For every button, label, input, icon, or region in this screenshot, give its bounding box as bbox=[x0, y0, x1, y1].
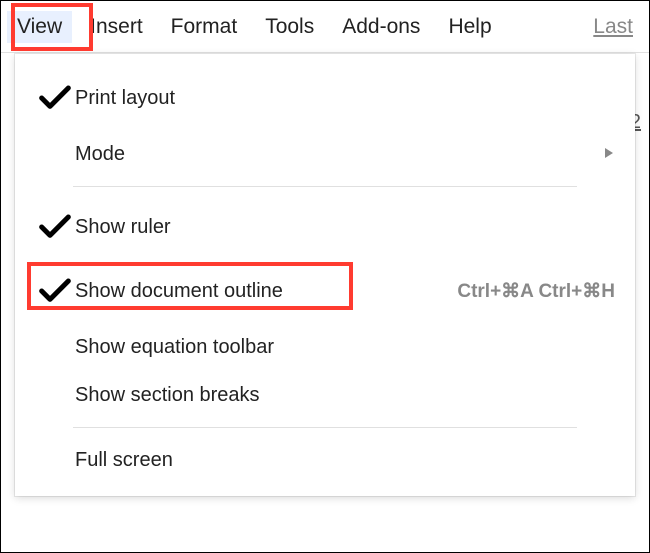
menu-insert[interactable]: Insert bbox=[90, 15, 143, 39]
menu-show-section-breaks[interactable]: Show section breaks bbox=[15, 371, 635, 419]
menu-show-equation-toolbar[interactable]: Show equation toolbar bbox=[15, 323, 635, 371]
menu-item-label: Print layout bbox=[75, 87, 175, 110]
menu-mode[interactable]: Mode bbox=[15, 130, 635, 178]
menu-divider bbox=[73, 427, 577, 428]
menu-item-label: Mode bbox=[75, 143, 125, 166]
menu-item-label: Full screen bbox=[75, 449, 173, 472]
menu-item-label: Show equation toolbar bbox=[75, 336, 274, 359]
view-dropdown: Print layout Mode Show ruler Show docume… bbox=[15, 54, 635, 496]
menu-item-label: Show section breaks bbox=[75, 384, 260, 407]
menu-help[interactable]: Help bbox=[448, 15, 491, 39]
menu-last-edit[interactable]: Last bbox=[593, 15, 633, 39]
check-icon bbox=[35, 271, 75, 311]
menu-full-screen[interactable]: Full screen bbox=[15, 436, 635, 484]
check-icon bbox=[35, 207, 75, 247]
keyboard-shortcut: Ctrl+⌘A Ctrl+⌘H bbox=[457, 280, 615, 303]
menu-print-layout[interactable]: Print layout bbox=[15, 66, 635, 130]
menu-format[interactable]: Format bbox=[171, 15, 238, 39]
menubar: View Insert Format Tools Add-ons Help La… bbox=[1, 1, 649, 53]
menu-addons[interactable]: Add-ons bbox=[342, 15, 420, 39]
menu-item-label: Show document outline bbox=[75, 280, 283, 303]
menu-tools[interactable]: Tools bbox=[265, 15, 314, 39]
submenu-arrow-icon bbox=[603, 146, 615, 162]
menu-show-ruler[interactable]: Show ruler bbox=[15, 195, 635, 259]
menu-divider bbox=[73, 186, 577, 187]
menu-show-document-outline[interactable]: Show document outline Ctrl+⌘A Ctrl+⌘H bbox=[15, 259, 635, 323]
menu-item-label: Show ruler bbox=[75, 216, 171, 239]
check-icon bbox=[35, 78, 75, 118]
menu-view[interactable]: View bbox=[7, 11, 72, 43]
